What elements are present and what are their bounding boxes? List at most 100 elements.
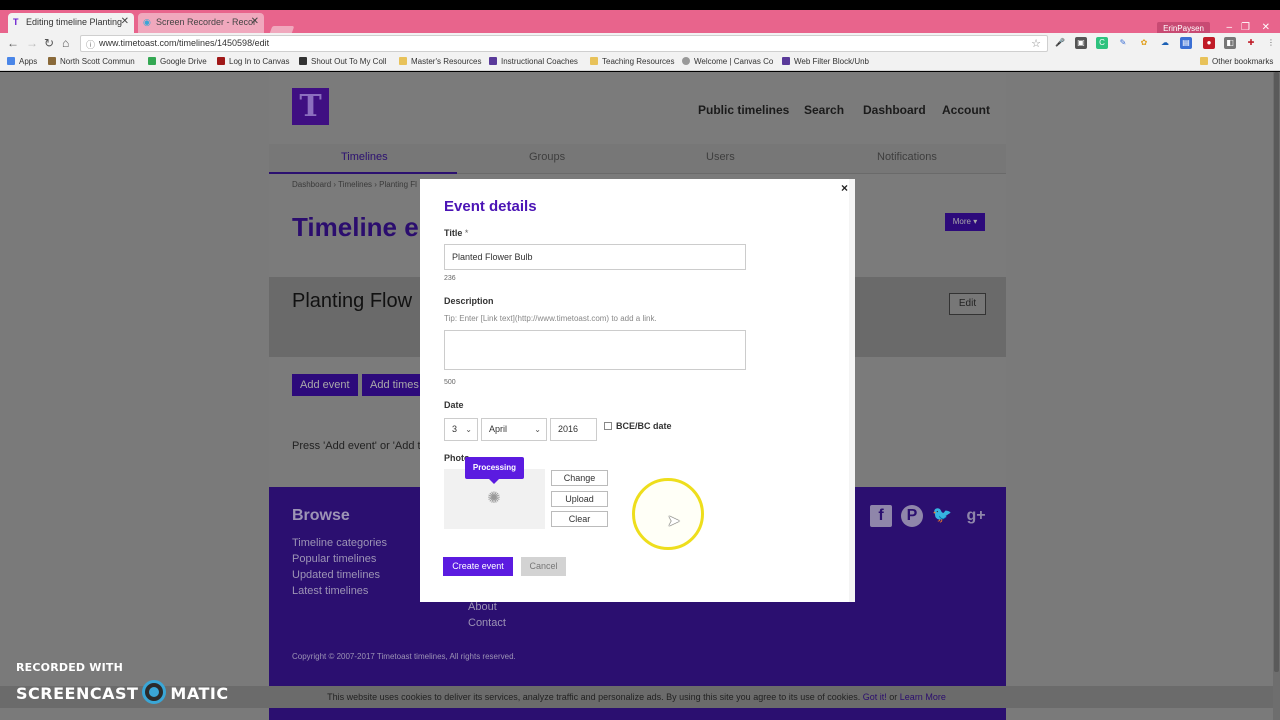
nav-account[interactable]: Account: [942, 103, 990, 117]
description-char-count: 500: [444, 379, 456, 386]
breadcrumb[interactable]: Dashboard › Timelines › Planting Fl: [292, 180, 417, 189]
restore-icon[interactable]: ❐: [1241, 22, 1250, 33]
facebook-icon[interactable]: f: [870, 505, 892, 527]
bookmark-other-folder[interactable]: Other bookmarks: [1200, 57, 1273, 66]
description-textarea[interactable]: [444, 330, 746, 370]
date-label: Date: [444, 400, 464, 410]
footer-link-contact[interactable]: Contact: [468, 617, 506, 629]
bookmark-item[interactable]: Web Filter Block/Unb: [782, 57, 869, 66]
tab-notifications[interactable]: Notifications: [877, 151, 937, 163]
year-input[interactable]: 2016: [550, 418, 597, 441]
extension-pen-icon[interactable]: ✎: [1117, 37, 1129, 49]
screencast-favicon-icon: ◉: [143, 17, 151, 27]
window-close-icon[interactable]: ✕: [1262, 22, 1270, 33]
clear-photo-button[interactable]: Clear: [551, 511, 608, 527]
google-plus-icon[interactable]: g+: [961, 505, 991, 527]
footer-link[interactable]: Latest timelines: [292, 585, 368, 597]
cookie-text: This website uses cookies to deliver its…: [327, 692, 863, 702]
forward-icon[interactable]: →: [26, 36, 38, 50]
menu-icon[interactable]: ⋮: [1265, 37, 1277, 49]
footer-link[interactable]: Popular timelines: [292, 553, 376, 565]
title-input[interactable]: Planted Flower Bulb: [444, 244, 746, 270]
cookie-learn-more-link[interactable]: Learn More: [900, 692, 946, 702]
pinterest-icon[interactable]: P: [901, 505, 923, 527]
nav-public-timelines[interactable]: Public timelines: [698, 103, 789, 117]
tab-close-icon[interactable]: ✕: [121, 16, 129, 27]
bookmark-apps[interactable]: Apps: [7, 57, 37, 66]
folder-icon: [590, 57, 598, 65]
footer-link[interactable]: Updated timelines: [292, 569, 380, 581]
apps-grid-icon: [7, 57, 15, 65]
screencast-watermark: RECORDED WITH SCREENCAST MATIC: [16, 661, 229, 704]
home-icon[interactable]: ⌂: [62, 36, 69, 50]
extension-red-icon[interactable]: ●: [1203, 37, 1215, 49]
day-select[interactable]: 3 ⌄: [444, 418, 478, 441]
title-char-count: 236: [444, 275, 456, 282]
address-bar-row: ← → ↻ ⌂ ⓘ www.timetoast.com/timelines/14…: [0, 33, 1280, 54]
page-info-icon[interactable]: ⓘ: [86, 38, 95, 51]
extension-icon[interactable]: ▣: [1075, 37, 1087, 49]
tab-close-icon[interactable]: ✕: [251, 16, 259, 27]
bookmark-item[interactable]: Log In to Canvas: [217, 57, 289, 66]
bookmark-star-icon[interactable]: ☆: [1031, 37, 1041, 50]
page-viewport: T Public timelines Search Dashboard Acco…: [0, 72, 1280, 720]
folder-icon: [399, 57, 407, 65]
cookie-got-it-link[interactable]: Got it!: [863, 692, 887, 702]
extension-puzzle-icon[interactable]: ✚: [1245, 37, 1257, 49]
cancel-button[interactable]: Cancel: [521, 557, 566, 576]
edit-button[interactable]: Edit: [949, 293, 986, 315]
add-timespan-button[interactable]: Add times: [362, 374, 420, 396]
processing-tooltip: Processing: [465, 457, 524, 484]
tab-groups[interactable]: Groups: [529, 151, 565, 163]
reload-icon[interactable]: ↻: [44, 36, 54, 50]
bookmark-folder[interactable]: Teaching Resources: [590, 57, 674, 66]
extension-badge-icon[interactable]: ▤: [1180, 37, 1192, 49]
bookmark-item[interactable]: North Scott Commun: [48, 57, 135, 66]
tab-users[interactable]: Users: [706, 151, 735, 163]
twitter-icon[interactable]: 🐦: [931, 505, 953, 527]
modal-title: Event details: [444, 198, 537, 215]
cookie-or-text: or: [886, 692, 900, 702]
bookmark-item[interactable]: Welcome | Canvas Co: [682, 57, 773, 66]
tab-timelines[interactable]: Timelines: [341, 151, 388, 163]
back-icon[interactable]: ←: [7, 36, 19, 50]
bookmark-favicon-icon: [782, 57, 790, 65]
footer-link-about[interactable]: About: [468, 601, 497, 613]
page-scrollbar[interactable]: [1273, 72, 1280, 720]
extension-grey-icon[interactable]: ◧: [1224, 37, 1236, 49]
extension-gear-icon[interactable]: ✿: [1138, 37, 1150, 49]
bookmark-favicon-icon: [48, 57, 56, 65]
bookmark-item[interactable]: Instructional Coaches: [489, 57, 578, 66]
modal-close-icon[interactable]: ×: [841, 181, 848, 195]
microphone-icon[interactable]: 🎤: [1054, 37, 1066, 49]
change-photo-button[interactable]: Change: [551, 470, 608, 486]
timetoast-logo[interactable]: T: [292, 88, 329, 125]
required-marker: *: [464, 228, 469, 238]
cloud-icon[interactable]: ☁: [1159, 37, 1171, 49]
add-event-button[interactable]: Add event: [292, 374, 358, 396]
bce-label: BCE/BC date: [616, 421, 672, 431]
modal-scrollbar[interactable]: [849, 179, 855, 602]
instruction-text: Press 'Add event' or 'Add ti: [292, 440, 424, 452]
extension-c-icon[interactable]: C: [1096, 37, 1108, 49]
bookmark-item[interactable]: Shout Out To My Coll: [299, 57, 386, 66]
bookmark-folder[interactable]: Master's Resources: [399, 57, 481, 66]
browser-tab-active[interactable]: T Editing timeline Planting ✕: [8, 13, 134, 33]
upload-photo-button[interactable]: Upload: [551, 491, 608, 507]
month-select[interactable]: April ⌄: [481, 418, 547, 441]
browser-tab-recorder[interactable]: ◉ Screen Recorder - Recor ✕: [138, 13, 264, 33]
nav-search[interactable]: Search: [804, 103, 844, 117]
bookmark-item[interactable]: Google Drive: [148, 57, 207, 66]
canvas-icon: [217, 57, 225, 65]
nav-dashboard[interactable]: Dashboard: [863, 103, 926, 117]
create-event-button[interactable]: Create event: [443, 557, 513, 576]
url-field[interactable]: ⓘ www.timetoast.com/timelines/1450598/ed…: [80, 35, 1048, 52]
bce-checkbox[interactable]: [604, 422, 612, 430]
footer-link[interactable]: Timeline categories: [292, 537, 387, 549]
minimize-icon[interactable]: –: [1226, 22, 1232, 33]
footer-browse-heading: Browse: [292, 507, 350, 524]
section-tabs: Timelines Groups Users Notifications: [269, 144, 1006, 174]
more-button[interactable]: More ▾: [945, 213, 985, 231]
page-title: Timeline e: [292, 212, 419, 242]
scrollbar-thumb[interactable]: [1274, 72, 1279, 672]
